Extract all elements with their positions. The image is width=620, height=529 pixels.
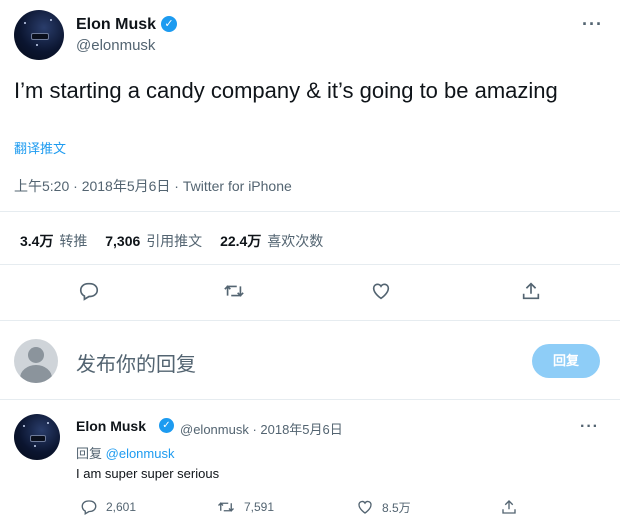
current-user-avatar[interactable]: [14, 339, 58, 383]
reply-input[interactable]: 发布你的回复: [76, 348, 196, 377]
verified-badge-icon: ✓: [159, 418, 174, 433]
divider: [0, 399, 620, 400]
reply-more-options-icon[interactable]: ···: [580, 418, 599, 436]
reply-author-avatar[interactable]: [14, 414, 60, 460]
author-handle[interactable]: @elonmusk: [76, 37, 155, 54]
author-name[interactable]: Elon Musk: [76, 16, 156, 34]
retweet-count[interactable]: 3.4万 转推: [20, 231, 87, 251]
like-count[interactable]: 22.4万 喜欢次数: [220, 231, 323, 251]
tweet-timestamp[interactable]: 上午5:20 · 2018年5月6日 · Twitter for iPhone: [14, 176, 292, 196]
reply-handle-date[interactable]: @elonmusk · 2018年5月6日: [180, 419, 343, 438]
divider: [0, 320, 620, 321]
like-count: 8.5万: [382, 500, 411, 515]
reply-reply-button[interactable]: 2,601: [80, 498, 136, 516]
divider: [0, 211, 620, 212]
reply-icon: [81, 500, 97, 515]
share-icon: [502, 500, 516, 514]
reply-like-button[interactable]: 8.5万: [356, 498, 411, 516]
reply-retweet-button[interactable]: 7,591: [216, 498, 274, 516]
retweet-icon: [218, 502, 234, 512]
retweet-count: 7,591: [244, 500, 275, 514]
reply-button[interactable]: 回复: [532, 344, 600, 378]
retweet-icon[interactable]: [222, 280, 246, 302]
verified-badge-icon: ✓: [161, 16, 177, 32]
tweet-text: I’m starting a candy company & it’s goin…: [14, 78, 558, 103]
author-avatar[interactable]: [14, 10, 64, 60]
reply-share-button[interactable]: [500, 498, 518, 516]
divider: [0, 264, 620, 265]
like-icon[interactable]: [370, 280, 392, 302]
quote-count[interactable]: 7,306 引用推文: [105, 231, 202, 251]
like-icon: [358, 500, 372, 514]
tweet-stats: 3.4万 转推 7,306 引用推文 22.4万 喜欢次数: [20, 231, 337, 251]
reply-count: 2,601: [106, 500, 137, 514]
more-options-icon[interactable]: ···: [582, 14, 603, 35]
replying-to-handle[interactable]: @elonmusk: [106, 446, 175, 461]
reply-icon[interactable]: [78, 280, 100, 302]
reply-text: I am super super serious: [76, 466, 220, 481]
translate-link[interactable]: 翻译推文: [14, 138, 66, 157]
share-icon[interactable]: [520, 280, 542, 302]
replying-to: 回复 @elonmusk: [76, 446, 175, 461]
reply-author-name[interactable]: Elon Musk: [76, 418, 146, 434]
